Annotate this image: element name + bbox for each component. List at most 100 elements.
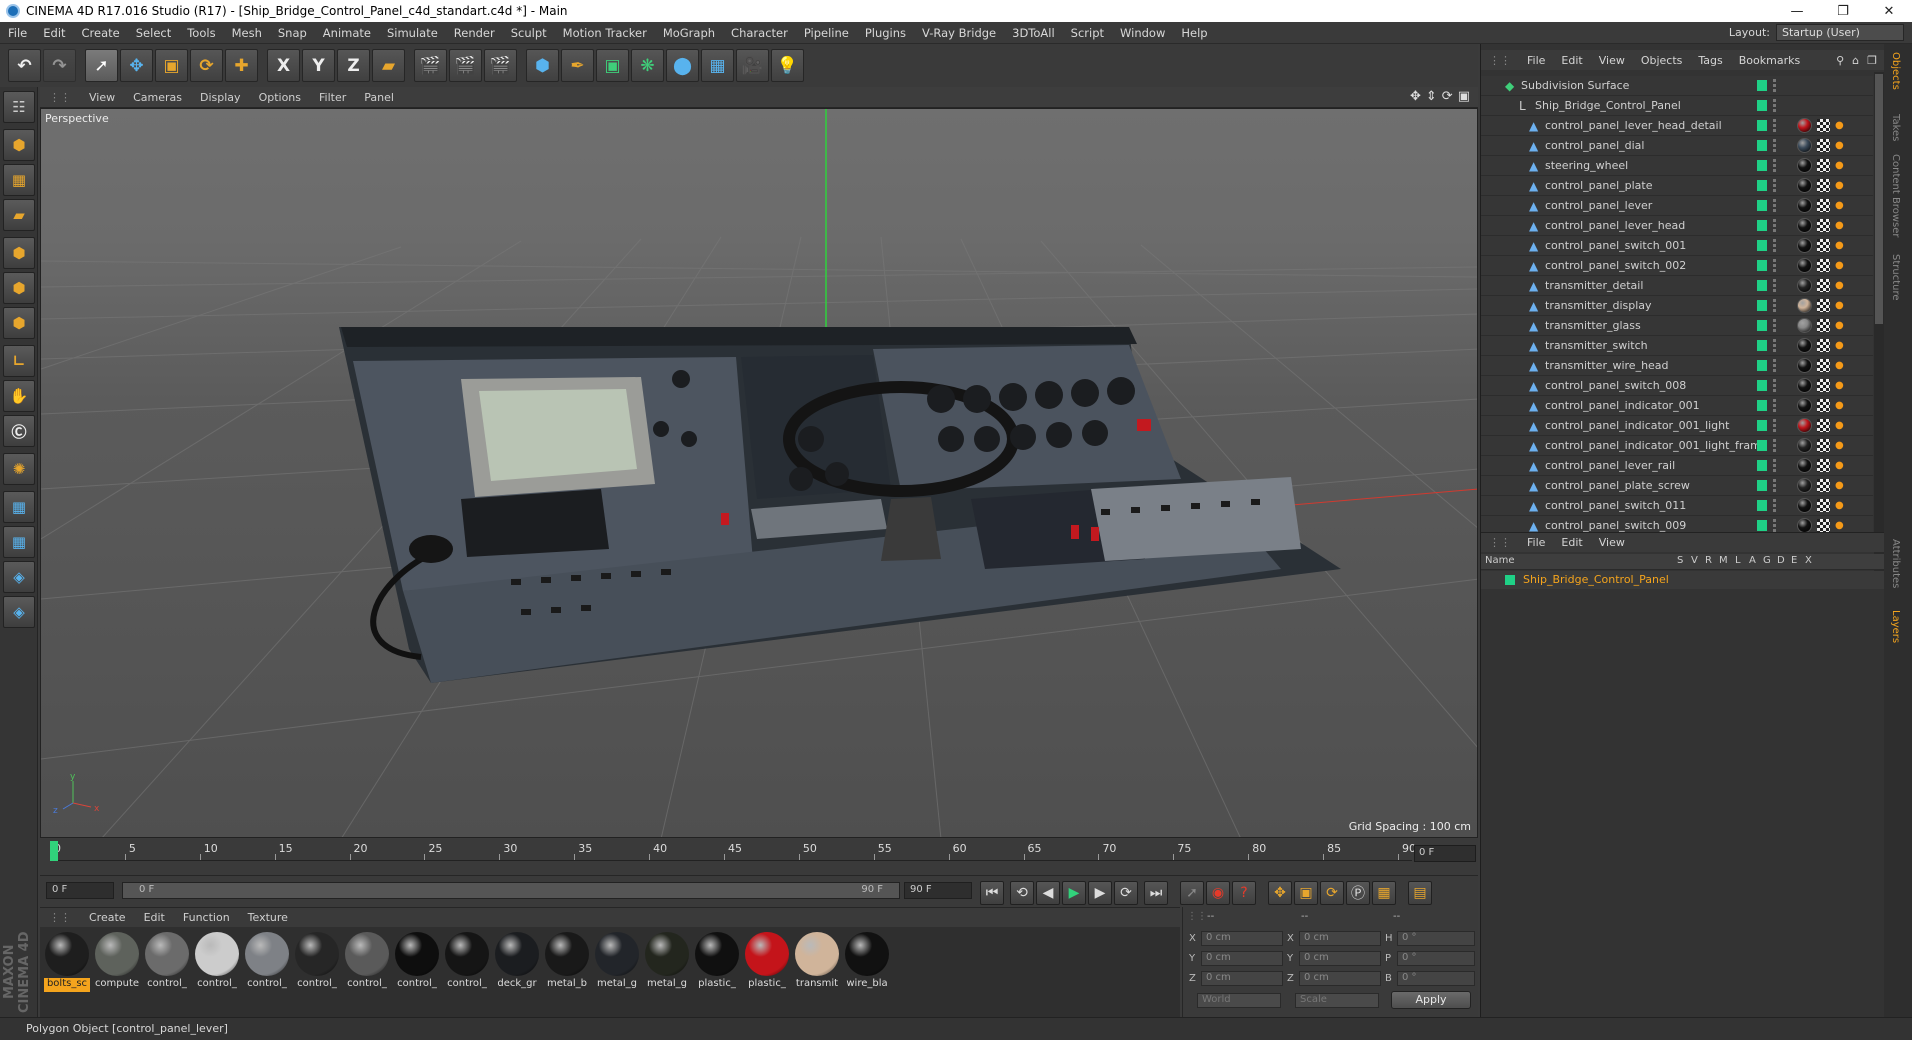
visibility-dots-icon[interactable] (1773, 199, 1777, 212)
menu-motion-tracker[interactable]: Motion Tracker (555, 26, 655, 40)
object-tree-row[interactable]: ▲ control_panel_lever_head ● (1481, 216, 1873, 236)
menu-tools[interactable]: Tools (179, 26, 223, 40)
object-menu-tags[interactable]: Tags (1690, 54, 1730, 67)
redo-icon[interactable]: ↷ (43, 49, 76, 82)
object-name[interactable]: control_panel_lever_head_detail (1545, 119, 1722, 132)
uvw-tag-icon[interactable] (1817, 399, 1830, 412)
viewport-menu-filter[interactable]: Filter (310, 91, 355, 104)
phong-tag-icon[interactable]: ● (1835, 400, 1847, 412)
material-swatch[interactable]: plastic_ (694, 932, 740, 992)
layout-dropdown[interactable]: Startup (User) (1776, 24, 1904, 41)
material-swatch[interactable]: plastic_ (744, 932, 790, 992)
menu-plugins[interactable]: Plugins (857, 26, 914, 40)
object-tree-row[interactable]: ▲ control_panel_plate ● (1481, 176, 1873, 196)
object-menu-bookmarks[interactable]: Bookmarks (1731, 54, 1808, 67)
tweak-mode-icon[interactable]: ✋ (3, 380, 35, 412)
menu-help[interactable]: Help (1173, 26, 1215, 40)
visibility-dots-icon[interactable] (1773, 279, 1777, 292)
size-y-field[interactable]: 0 cm (1299, 951, 1381, 966)
phong-tag-icon[interactable]: ● (1835, 520, 1847, 532)
object-list-scrollbar[interactable] (1874, 72, 1884, 572)
visibility-dots-icon[interactable] (1773, 159, 1777, 172)
material-tag-icon[interactable] (1797, 518, 1812, 533)
uvw-tag-icon[interactable] (1817, 359, 1830, 372)
uvw-tag-icon[interactable] (1817, 499, 1830, 512)
layer-color-icon[interactable] (1757, 500, 1767, 511)
layer-color-icon[interactable] (1757, 80, 1767, 91)
phong-tag-icon[interactable]: ● (1835, 260, 1847, 272)
material-menu-function[interactable]: Function (174, 911, 239, 924)
goto-end-icon[interactable]: ⏭ (1144, 881, 1168, 905)
uvw-tag-icon[interactable] (1817, 139, 1830, 152)
menu-vray-bridge[interactable]: V-Ray Bridge (914, 26, 1004, 40)
uvw-tag-icon[interactable] (1817, 239, 1830, 252)
object-name[interactable]: control_panel_indicator_001_light (1545, 419, 1729, 432)
layer-color-icon[interactable] (1757, 480, 1767, 491)
cube-primitive-icon[interactable]: ⬢ (526, 49, 559, 82)
subdivision-surface-icon[interactable]: ▣ (596, 49, 629, 82)
uvw-tag-icon[interactable] (1817, 439, 1830, 452)
rotation-p-field[interactable]: 0 ° (1397, 951, 1475, 966)
material-tag-icon[interactable] (1797, 138, 1812, 153)
size-mode-dropdown[interactable]: Scale (1295, 993, 1379, 1008)
material-tag-icon[interactable] (1797, 118, 1812, 133)
mograph-cloner-icon[interactable]: ❋ (631, 49, 664, 82)
object-tree-row[interactable]: L Ship_Bridge_Control_Panel (1481, 96, 1873, 116)
object-name[interactable]: Subdivision Surface (1521, 79, 1629, 92)
layer-color-icon[interactable] (1757, 100, 1767, 111)
autokey-icon[interactable]: ? (1232, 881, 1256, 905)
object-tree-row[interactable]: ▲ transmitter_detail ● (1481, 276, 1873, 296)
material-tag-icon[interactable] (1797, 458, 1812, 473)
phong-tag-icon[interactable]: ● (1835, 320, 1847, 332)
object-tree-row[interactable]: ▲ transmitter_display ● (1481, 296, 1873, 316)
object-name[interactable]: control_panel_lever_head (1545, 219, 1685, 232)
layer-menu-view[interactable]: View (1591, 536, 1633, 549)
object-tree-row[interactable]: ▲ control_panel_dial ● (1481, 136, 1873, 156)
material-menu-create[interactable]: Create (80, 911, 135, 924)
pan-icon[interactable]: ✥ (1410, 89, 1421, 104)
deformer-icon[interactable]: ⬤ (666, 49, 699, 82)
material-swatch[interactable]: control_ (244, 932, 290, 992)
object-name[interactable]: control_panel_lever (1545, 199, 1652, 212)
layer-menu-file[interactable]: File (1519, 536, 1553, 549)
object-name[interactable]: control_panel_indicator_001 (1545, 399, 1700, 412)
visibility-dots-icon[interactable] (1773, 119, 1777, 132)
position-y-field[interactable]: 0 cm (1201, 951, 1283, 966)
layer-color-icon[interactable] (1757, 420, 1767, 431)
coordinate-mode-dropdown[interactable]: World (1197, 993, 1281, 1008)
material-swatch[interactable]: wire_bla (844, 932, 890, 992)
workplane-lock-icon[interactable]: ▦ (3, 491, 35, 523)
goto-next-key-icon[interactable]: ⟳ (1114, 881, 1138, 905)
menu-snap[interactable]: Snap (270, 26, 315, 40)
phong-tag-icon[interactable]: ● (1835, 120, 1847, 132)
object-tree-row[interactable]: ▲ steering_wheel ● (1481, 156, 1873, 176)
workplane-mode-icon[interactable]: ▰ (3, 199, 35, 231)
layer-color-icon[interactable] (1757, 400, 1767, 411)
menu-sculpt[interactable]: Sculpt (503, 26, 555, 40)
uvw-tag-icon[interactable] (1817, 159, 1830, 172)
home-icon[interactable]: ⌂ (1848, 54, 1863, 67)
rotation-h-field[interactable]: 0 ° (1397, 931, 1475, 946)
object-name[interactable]: steering_wheel (1545, 159, 1628, 172)
object-menu-objects[interactable]: Objects (1633, 54, 1691, 67)
visibility-dots-icon[interactable] (1773, 239, 1777, 252)
object-tree-row[interactable]: ▲ control_panel_indicator_001 ● (1481, 396, 1873, 416)
object-tree-row[interactable]: ▲ control_panel_switch_002 ● (1481, 256, 1873, 276)
menu-mesh[interactable]: Mesh (224, 26, 270, 40)
timeline-playhead[interactable] (50, 841, 58, 861)
tab-takes[interactable]: Takes (1890, 114, 1901, 141)
layer-color-icon[interactable] (1757, 340, 1767, 351)
object-tree-row[interactable]: ▲ transmitter_wire_head ● (1481, 356, 1873, 376)
light-icon[interactable]: 💡 (771, 49, 804, 82)
object-name[interactable]: transmitter_glass (1545, 319, 1641, 332)
scrollbar-thumb[interactable] (1875, 74, 1883, 324)
object-name[interactable]: transmitter_wire_head (1545, 359, 1669, 372)
phong-tag-icon[interactable]: ● (1835, 340, 1847, 352)
enable-snap-icon[interactable]: ✺ (3, 453, 35, 485)
material-swatch[interactable]: control_ (194, 932, 240, 992)
object-name[interactable]: control_panel_switch_009 (1545, 519, 1686, 532)
object-tree-row[interactable]: ◆ Subdivision Surface (1481, 76, 1873, 96)
phong-tag-icon[interactable]: ● (1835, 280, 1847, 292)
phong-tag-icon[interactable]: ● (1835, 360, 1847, 372)
make-editable-icon[interactable]: ☷ (3, 91, 35, 123)
